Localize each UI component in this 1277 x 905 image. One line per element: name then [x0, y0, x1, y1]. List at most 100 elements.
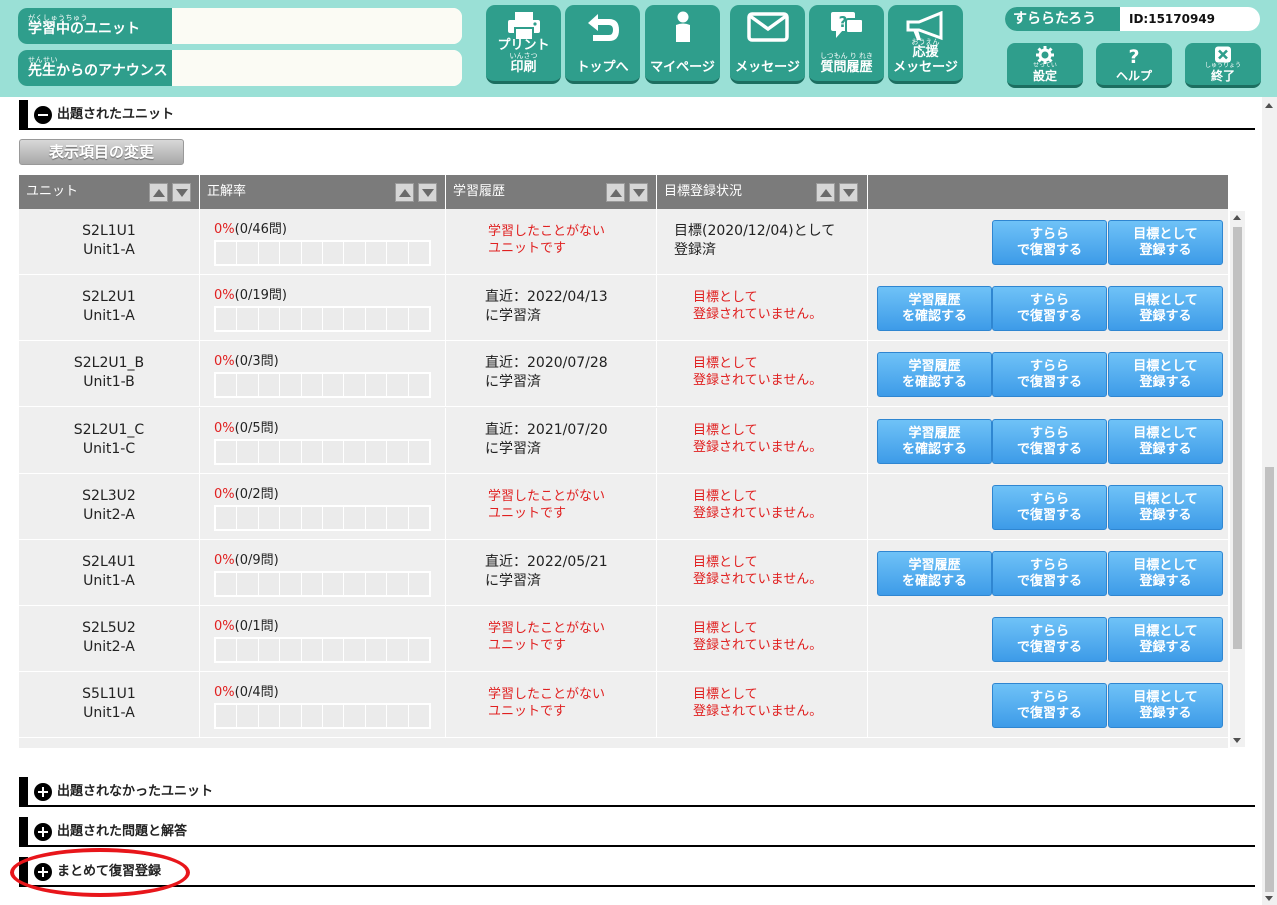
- page-scroll-thumb[interactable]: [1265, 467, 1274, 892]
- change-display-items-button[interactable]: 表示項目の変更: [19, 139, 184, 165]
- cheer-message-button[interactable]: おうえん 応援 メッセージ: [888, 5, 963, 84]
- register-goal-button[interactable]: 目標として 登録する: [1108, 286, 1223, 331]
- rate-percent: 0%: [214, 421, 235, 436]
- progress-segment: [323, 441, 345, 463]
- column-study-history: 学習履歴: [446, 175, 657, 209]
- exit-button[interactable]: しゅうりょう 終了: [1185, 43, 1261, 88]
- sort-desc-icon[interactable]: [629, 183, 648, 202]
- sort-asc-icon[interactable]: [606, 183, 625, 202]
- goal-status-cell: 目標として 登録されていません。: [657, 341, 868, 407]
- sort-desc-icon[interactable]: [172, 183, 191, 202]
- register-goal-button[interactable]: 目標として 登録する: [1108, 220, 1223, 265]
- question-history-button[interactable]: ? しつもん り れき 質問履歴: [809, 5, 884, 84]
- expand-icon[interactable]: [34, 783, 52, 801]
- section-bulk-review[interactable]: まとめて復習登録: [19, 857, 1255, 887]
- review-with-surala-button[interactable]: すらら で復習する: [992, 551, 1107, 596]
- progress-segment: [365, 242, 388, 264]
- progress-segment: [387, 441, 409, 463]
- register-goal-button[interactable]: 目標として 登録する: [1108, 683, 1223, 728]
- review-with-surala-button[interactable]: すらら で復習する: [992, 683, 1107, 728]
- page-scrollbar[interactable]: [1262, 97, 1277, 905]
- correct-rate-cell: 0%(0/19問): [200, 275, 446, 341]
- review-with-surala-button[interactable]: すらら で復習する: [992, 352, 1107, 397]
- check-history-button[interactable]: 学習履歴 を確認する: [877, 286, 992, 331]
- progress-segment: [280, 507, 302, 529]
- printer-icon: [507, 12, 540, 41]
- unit-cell: S2L2U1_C Unit1-C: [19, 408, 200, 474]
- help-button[interactable]: ? ヘルプ: [1096, 43, 1172, 88]
- table-row: S2L2U1_B Unit1-B 0%(0/3問) 直近：2020/07/28 に学習済…: [19, 341, 1228, 407]
- review-with-surala-button[interactable]: すらら で復習する: [992, 419, 1107, 464]
- register-goal-button[interactable]: 目標として 登録する: [1108, 419, 1223, 464]
- scroll-up-arrow-icon[interactable]: [1265, 103, 1273, 108]
- review-with-surala-button[interactable]: すらら で復習する: [992, 286, 1107, 331]
- study-history-cell: 直近：2020/07/28 に学習済: [446, 341, 657, 407]
- progress-segment: [216, 441, 238, 463]
- mypage-button[interactable]: マイページ: [645, 5, 720, 84]
- progress-segment: [301, 242, 324, 264]
- correct-rate-cell: 0%(0/4問): [200, 672, 446, 738]
- progress-segment: [323, 507, 345, 529]
- progress-segment: [301, 308, 324, 330]
- sort-asc-icon[interactable]: [395, 183, 414, 202]
- check-history-button[interactable]: 学習履歴 を確認する: [877, 419, 992, 464]
- expand-icon[interactable]: [34, 863, 52, 881]
- svg-text:?: ?: [1128, 46, 1139, 66]
- progress-segment: [344, 374, 366, 396]
- section-problems-answers[interactable]: 出題された問題と解答: [19, 817, 1255, 847]
- scroll-up-arrow-icon[interactable]: [1233, 215, 1241, 220]
- close-box-icon: [1215, 46, 1231, 63]
- goal-status-cell: 目標として 登録されていません。: [657, 672, 868, 738]
- actions-cell: すらら で復習する 目標として 登録する: [868, 209, 1228, 275]
- table-scrollbar[interactable]: [1230, 211, 1245, 747]
- progress-segment: [323, 242, 345, 264]
- top-button[interactable]: トップへ: [565, 5, 640, 84]
- rate-percent: 0%: [214, 487, 235, 502]
- column-goal-status: 目標登録状況: [657, 175, 868, 209]
- study-history-cell: 直近：2022/04/13 に学習済: [446, 275, 657, 341]
- check-history-button[interactable]: 学習履歴 を確認する: [877, 352, 992, 397]
- expand-icon[interactable]: [34, 823, 52, 841]
- actions-cell: すらら で復習する 目標として 登録する: [868, 474, 1228, 540]
- progress-segment: [365, 507, 388, 529]
- progress-segment: [258, 242, 281, 264]
- sort-asc-icon[interactable]: [149, 183, 168, 202]
- progress-segment: [301, 705, 324, 727]
- progress-segment: [323, 308, 345, 330]
- progress-segment: [387, 242, 409, 264]
- register-goal-button[interactable]: 目標として 登録する: [1108, 485, 1223, 530]
- message-button[interactable]: メッセージ: [730, 5, 805, 84]
- sort-desc-icon[interactable]: [418, 183, 437, 202]
- review-with-surala-button[interactable]: すらら で復習する: [992, 485, 1107, 530]
- progress-segment: [237, 441, 259, 463]
- collapse-icon[interactable]: [34, 106, 52, 124]
- section-not-assigned-units[interactable]: 出題されなかったユニット: [19, 777, 1255, 807]
- sort-desc-icon[interactable]: [839, 183, 858, 202]
- review-with-surala-button[interactable]: すらら で復習する: [992, 617, 1107, 662]
- announcement-text: 先生からのアナウンス: [28, 63, 168, 80]
- unit-cell: S2L2U1_B Unit1-B: [19, 341, 200, 407]
- scroll-down-arrow-icon[interactable]: [1265, 896, 1273, 901]
- unit-name: Unit2-A: [83, 507, 135, 523]
- register-goal-button[interactable]: 目標として 登録する: [1108, 551, 1223, 596]
- unit-code: S2L5U2: [82, 620, 136, 636]
- section-assigned-units[interactable]: 出題されたユニット: [19, 100, 1255, 130]
- table-scroll-thumb[interactable]: [1233, 227, 1242, 649]
- review-with-surala-button[interactable]: すらら で復習する: [992, 220, 1107, 265]
- progress-segment: [237, 242, 259, 264]
- progress-segment: [301, 507, 324, 529]
- register-goal-button[interactable]: 目標として 登録する: [1108, 617, 1223, 662]
- progress-segment: [216, 507, 238, 529]
- correct-rate-cell: 0%(0/9問): [200, 540, 446, 606]
- check-history-button[interactable]: 学習履歴 を確認する: [877, 551, 992, 596]
- progress-segment: [280, 308, 302, 330]
- print-button[interactable]: プリント いんさつ 印刷: [486, 5, 561, 84]
- sort-asc-icon[interactable]: [816, 183, 835, 202]
- goal-status-cell: 目標として 登録されていません。: [657, 606, 868, 672]
- scroll-down-arrow-icon[interactable]: [1233, 738, 1241, 743]
- table-row: S2L4U1 Unit1-A 0%(0/9問) 直近：2022/05/21 に学習済 目標…: [19, 540, 1228, 606]
- progress-segment: [280, 573, 302, 595]
- register-goal-button[interactable]: 目標として 登録する: [1108, 352, 1223, 397]
- progress-segment: [280, 639, 302, 661]
- settings-button[interactable]: せってい 設定: [1007, 43, 1083, 88]
